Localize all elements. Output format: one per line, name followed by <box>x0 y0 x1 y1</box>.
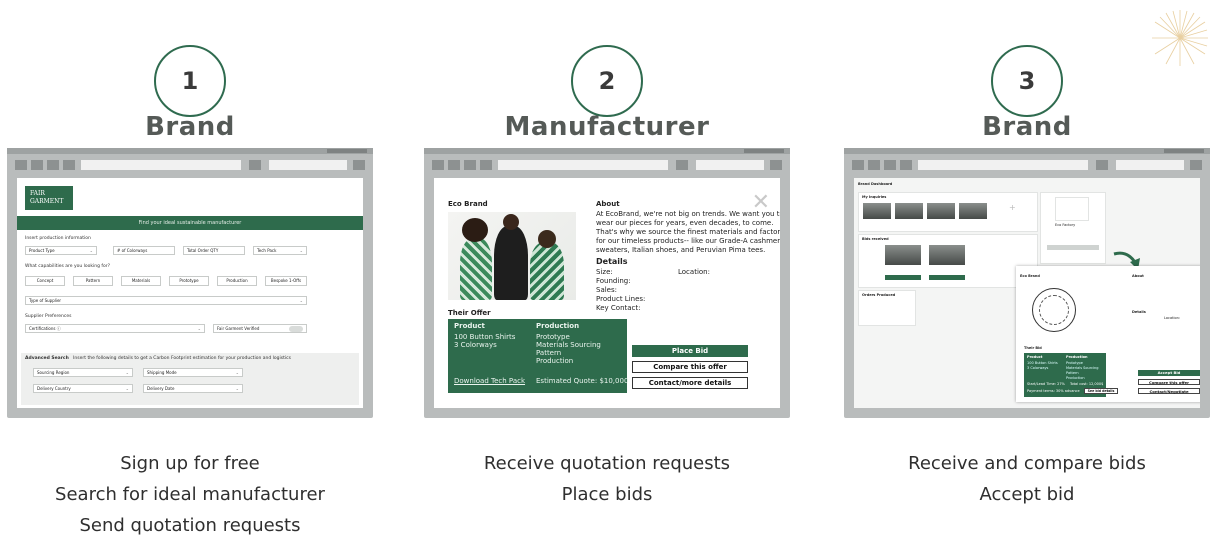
add-inquiry-icon[interactable]: + <box>1009 203 1016 212</box>
verified-toggle[interactable] <box>289 326 303 332</box>
delivery-date-select[interactable]: Delivery Date ⌄ <box>143 384 243 393</box>
step-2: 2 Manufacturer Eco Brand About At EcoBra… <box>422 0 792 533</box>
capability-materials[interactable]: Materials <box>121 276 161 286</box>
delivery-country-select[interactable]: Delivery Country ⌄ <box>33 384 133 393</box>
step-role-title: Manufacturer <box>504 112 710 142</box>
browser-window: Brand Dashboard My Inquiries + Bids rece… <box>844 148 1210 418</box>
total-order-input[interactable]: Total Order QTY <box>183 246 245 255</box>
step-3: 3 Brand Brand Dashboard My Inquiries + B… <box>842 0 1212 533</box>
profile-card: Eco Factory <box>1040 192 1106 264</box>
brand-photo <box>448 212 576 300</box>
step-caption: Receive and compare bids Accept bid <box>908 453 1146 505</box>
compare-offer-button[interactable]: Compare this offer <box>1138 379 1200 385</box>
offer-panel: Product 100 Button Shirts 3 Colorways Pr… <box>448 319 628 393</box>
signup-search-screen: FAIR GARMENT Find your ideal sustainable… <box>17 178 363 408</box>
compare-offer-button[interactable]: Compare this offer <box>632 361 748 373</box>
bids-received-card: Bids received <box>858 234 1038 288</box>
address-bar[interactable] <box>81 160 241 170</box>
browser-window: FAIR GARMENT Find your ideal sustainable… <box>7 148 373 418</box>
capability-pattern[interactable]: Pattern <box>73 276 113 286</box>
step-number-badge: 2 <box>571 45 643 117</box>
step-caption: Sign up for free Search for ideal manufa… <box>55 453 325 536</box>
step-role-title: Brand <box>982 112 1072 142</box>
capability-concept[interactable]: Concept <box>25 276 65 286</box>
sustainable-seal-icon <box>1032 288 1076 332</box>
inquiries-card: My Inquiries + <box>858 192 1038 232</box>
search-bar[interactable] <box>696 160 764 170</box>
step-1: 1 Brand FAIR GARMENT Find your ideal sus… <box>5 0 375 536</box>
capability-prototype[interactable]: Prototype <box>169 276 209 286</box>
sourcing-region-select[interactable]: Sourcing Region ⌄ <box>33 368 133 377</box>
search-bar[interactable] <box>1116 160 1184 170</box>
brand-dashboard-screen: Brand Dashboard My Inquiries + Bids rece… <box>854 178 1200 408</box>
fair-garment-logo: FAIR GARMENT <box>25 186 73 210</box>
tech-pack-select[interactable]: Tech Pack ⌄ <box>253 246 307 255</box>
certifications-select[interactable]: Certifications ⓘ ⌄ <box>25 324 205 333</box>
shipping-mode-select[interactable]: Shipping Mode ⌄ <box>143 368 243 377</box>
step-number-badge: 3 <box>991 45 1063 117</box>
search-bar[interactable] <box>269 160 347 170</box>
place-bid-button[interactable]: Place Bid <box>632 345 748 357</box>
address-bar[interactable] <box>918 160 1088 170</box>
contact-negotiate-button[interactable]: Contact/Negotiate <box>1138 388 1200 394</box>
step-number-badge: 1 <box>154 45 226 117</box>
download-tech-pack-link[interactable]: Download Tech Pack <box>454 377 525 385</box>
step-role-title: Brand <box>145 112 235 142</box>
product-type-select[interactable]: Product Type ⌄ <box>25 246 97 255</box>
brand-name: Eco Brand <box>448 200 488 208</box>
see-bid-details-button[interactable]: See bid details <box>1084 388 1118 394</box>
close-icon[interactable]: ✕ <box>752 192 770 214</box>
capability-bespoke[interactable]: Bespoke 1-Offs <box>265 276 307 286</box>
contact-details-button[interactable]: Contact/more details <box>632 377 748 389</box>
browser-window: Eco Brand About At EcoBrand, we're not b… <box>424 148 790 418</box>
orders-card: Orders Produced <box>858 290 916 326</box>
supplier-type-select[interactable]: Type of Supplier ⌄ <box>25 296 307 305</box>
search-banner: Find your ideal sustainable manufacturer <box>17 216 363 230</box>
colorways-input[interactable]: # of Colorways <box>113 246 175 255</box>
step-caption: Receive quotation requests Place bids <box>483 453 731 505</box>
address-bar[interactable] <box>498 160 668 170</box>
capability-production[interactable]: Production <box>217 276 257 286</box>
bid-request-screen: Eco Brand About At EcoBrand, we're not b… <box>434 178 780 408</box>
accept-bid-button[interactable]: Accept Bid <box>1138 370 1200 376</box>
